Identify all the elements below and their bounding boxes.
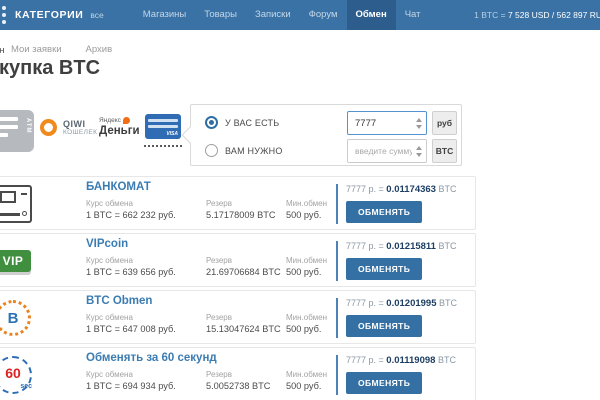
exchanger-name-link[interactable]: Обменять за 60 секунд — [86, 352, 217, 364]
ticker-value: 7 528 USD / 562 897 RU — [508, 10, 600, 20]
rate-value: 1 BTC = 647 008 руб. — [86, 324, 176, 334]
screen: КАТЕГОРИИ все Магазины Товары Записки Фо… — [0, 0, 600, 400]
visa-card-icon: VISA — [145, 114, 181, 139]
radio-you-need[interactable] — [205, 144, 218, 157]
conversion-result: 7777 р. = 0.01201995 BTC — [346, 298, 457, 309]
yandex-label: Яндекс — [99, 117, 121, 124]
menu-item-forum[interactable]: Форум — [300, 0, 347, 30]
min-label: Мин.обмен — [286, 199, 327, 208]
reserve-value: 5.17178009 BTC — [206, 210, 275, 220]
categories-grid-icon[interactable] — [2, 6, 6, 24]
rate-label: Курс обмена — [86, 370, 133, 379]
exchanger-name-link[interactable]: VIPcoin — [86, 238, 128, 250]
amount-stepper[interactable] — [416, 118, 422, 129]
payment-yandex-money-icon[interactable]: Яндекс Деньги — [99, 117, 140, 137]
min-value: 500 руб. — [286, 210, 321, 220]
need-amount-stepper[interactable] — [416, 146, 422, 157]
result-divider — [336, 298, 338, 338]
page-title: купка BTC — [0, 57, 100, 80]
rate-label: Курс обмена — [86, 256, 133, 265]
btc-rate-ticker: 1 BTC = 7 528 USD / 562 897 RU — [474, 0, 600, 30]
menu-item-chat[interactable]: Чат — [396, 0, 430, 30]
vipcoin-logo-icon: VIP — [0, 238, 37, 284]
reserve-value: 21.69706684 BTC — [206, 267, 281, 277]
reserve-label: Резерв — [206, 256, 232, 265]
exchanger-row-vipcoin: VIP VIPcoin Курс обмена Резерв Мин.обмен… — [0, 233, 476, 287]
payment-qiwi-icon[interactable]: QIWI КОШЕЛЕК — [40, 119, 97, 136]
you-have-label[interactable]: У ВАС ЕСТЬ — [225, 118, 279, 128]
currency-unit-rub: руб — [432, 111, 457, 135]
rate-value: 1 BTC = 694 934 руб. — [86, 381, 176, 391]
brand-all-link[interactable]: все — [90, 10, 103, 20]
tab-clipped-exchange[interactable]: ен — [0, 40, 11, 58]
min-label: Мин.обмен — [286, 370, 327, 379]
menu-item-notes[interactable]: Записки — [246, 0, 300, 30]
atm-label: ATM — [25, 118, 31, 134]
ticker-prefix: 1 BTC = — [474, 10, 505, 20]
min-value: 500 руб. — [286, 324, 321, 334]
menu-item-shops[interactable]: Магазины — [134, 0, 195, 30]
reserve-value: 5.0052738 BTC — [206, 381, 270, 391]
menu-item-goods[interactable]: Товары — [195, 0, 246, 30]
result-divider — [336, 241, 338, 281]
qiwi-ring-icon — [40, 119, 57, 136]
exchanger-name-link[interactable]: БАНКОМАТ — [86, 181, 151, 193]
need-amount-input[interactable] — [347, 139, 427, 163]
menu-item-exchange[interactable]: Обмен — [347, 0, 396, 30]
exchanger-row-btc-obmen: B BTC Obmen Курс обмена Резерв Мин.обмен… — [0, 290, 476, 344]
radio-you-have[interactable] — [205, 116, 218, 129]
you-need-label[interactable]: ВАМ НУЖНО — [225, 146, 283, 156]
rate-label: Курс обмена — [86, 199, 133, 208]
yandex-money-label: Деньги — [99, 125, 140, 137]
payment-atm-icon[interactable]: ATM — [0, 110, 34, 152]
conversion-result: 7777 р. = 0.01119098 BTC — [346, 355, 456, 366]
main-menu: Магазины Товары Записки Форум Обмен Чат — [134, 0, 430, 30]
reserve-label: Резерв — [206, 313, 232, 322]
reserve-label: Резерв — [206, 370, 232, 379]
exchanger-row-60-seconds: 60sec Обменять за 60 секунд Курс обмена … — [0, 347, 476, 400]
bankomat-logo-icon — [0, 181, 37, 227]
result-btc-amount: 0.01174363 — [386, 184, 436, 195]
result-divider — [336, 184, 338, 224]
currency-unit-btc: BTC — [432, 139, 457, 163]
brand-categories[interactable]: КАТЕГОРИИ — [15, 9, 83, 21]
min-label: Мин.обмен — [286, 313, 327, 322]
sixty-seconds-logo-icon: 60sec — [0, 352, 37, 398]
reserve-value: 15.13047624 BTC — [206, 324, 281, 334]
tab-my-requests[interactable]: Мои заявки — [11, 44, 62, 55]
result-btc-amount: 0.01119098 — [386, 355, 435, 366]
result-btc-amount: 0.01201995 — [386, 298, 436, 309]
amount-calculator: У ВАС ЕСТЬ руб ВАМ НУЖНО BTC — [190, 104, 462, 166]
result-divider — [336, 355, 338, 395]
btc-obmen-logo-icon: B — [0, 295, 37, 341]
min-value: 500 руб. — [286, 267, 321, 277]
rate-label: Курс обмена — [86, 313, 133, 322]
min-value: 500 руб. — [286, 381, 321, 391]
result-btc-amount: 0.01215811 — [386, 241, 436, 252]
top-nav-bar: КАТЕГОРИИ все Магазины Товары Записки Фо… — [0, 0, 600, 30]
min-label: Мин.обмен — [286, 256, 327, 265]
exchange-button[interactable]: ОБМЕНЯТЬ — [346, 372, 422, 394]
rate-value: 1 BTC = 639 656 руб. — [86, 267, 176, 277]
yandex-dot-icon — [123, 117, 130, 124]
exchanger-row-bankomat: БАНКОМАТ Курс обмена Резерв Мин.обмен 1 … — [0, 176, 476, 230]
visa-label: VISA — [166, 131, 178, 137]
conversion-result: 7777 р. = 0.01174363 BTC — [346, 184, 456, 195]
visa-selected-underline — [144, 145, 182, 147]
exchange-button[interactable]: ОБМЕНЯТЬ — [346, 258, 422, 280]
exchanger-list: БАНКОМАТ Курс обмена Резерв Мин.обмен 1 … — [0, 176, 476, 400]
exchange-button[interactable]: ОБМЕНЯТЬ — [346, 201, 422, 223]
exchange-tabs: ен Мои заявки Архив — [0, 42, 136, 56]
exchange-button[interactable]: ОБМЕНЯТЬ — [346, 315, 422, 337]
reserve-label: Резерв — [206, 199, 232, 208]
qiwi-label: QIWI — [63, 119, 97, 129]
rate-value: 1 BTC = 662 232 руб. — [86, 210, 176, 220]
tab-archive[interactable]: Архив — [86, 44, 113, 55]
qiwi-sublabel: КОШЕЛЕК — [63, 129, 97, 136]
conversion-result: 7777 р. = 0.01215811 BTC — [346, 241, 456, 252]
exchanger-name-link[interactable]: BTC Obmen — [86, 295, 152, 307]
amount-input[interactable] — [347, 111, 427, 135]
payment-visa-selected[interactable]: VISA — [144, 114, 182, 147]
